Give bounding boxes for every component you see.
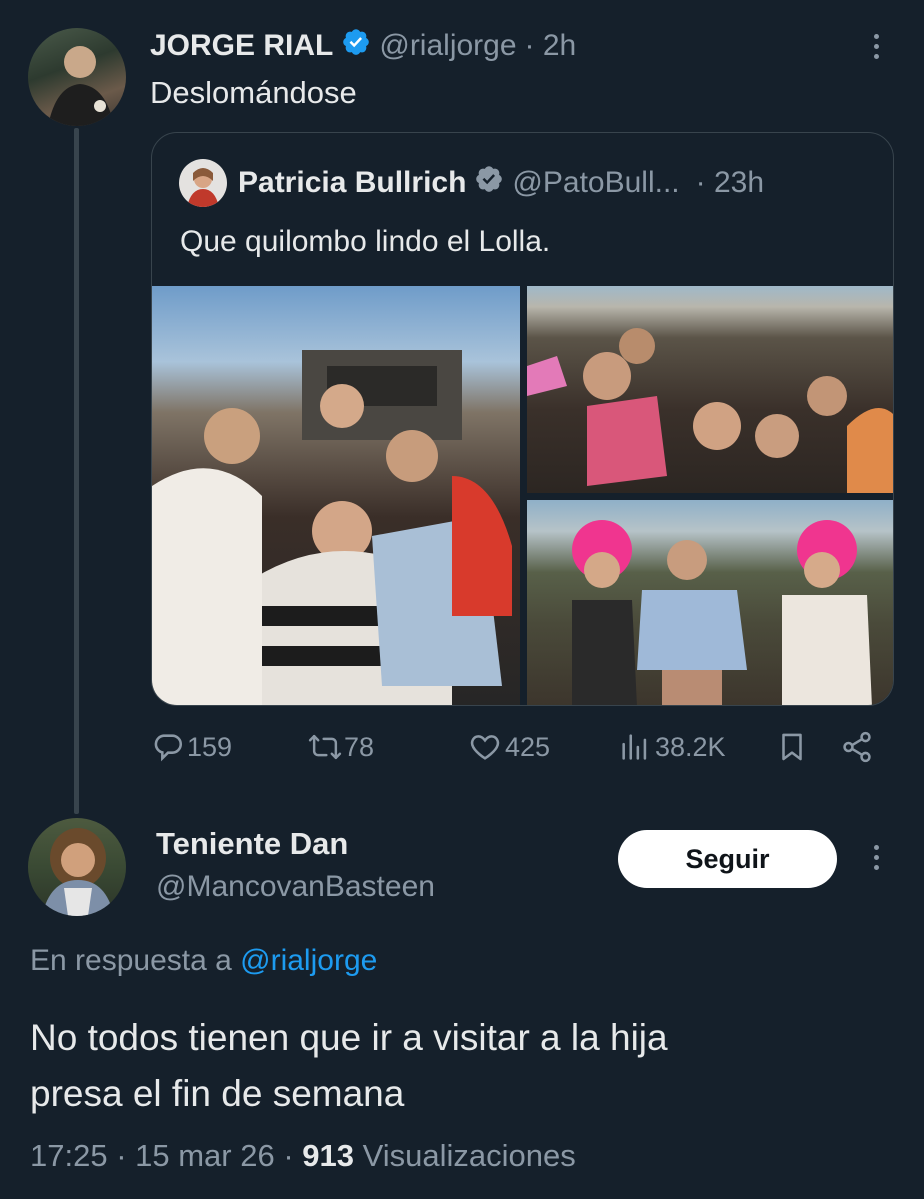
replying-to-handle-link[interactable]: @rialjorge — [240, 944, 377, 977]
reply-author-handle[interactable]: @MancovanBasteen — [156, 870, 435, 904]
like-count: 425 — [505, 731, 551, 762]
quoted-tweet-time[interactable]: · 23h — [696, 166, 764, 200]
verified-badge-icon — [474, 164, 504, 202]
quoted-author-name[interactable]: Patricia Bullrich — [238, 166, 466, 200]
bookmark-icon — [775, 730, 809, 764]
like-action[interactable]: 425 — [468, 730, 550, 764]
like-icon — [468, 730, 502, 764]
tweet-meta: 17:25 · 15 mar 26 · 913 Visualizaciones — [30, 1138, 576, 1174]
avatar-teniente-dan[interactable] — [28, 818, 126, 916]
avatar-jorge-rial[interactable] — [28, 28, 126, 126]
reply-text-line-1: No todos tienen que ir a visitar a la hi… — [30, 1017, 668, 1058]
reply-author-name[interactable]: Teniente Dan — [156, 826, 348, 862]
tweet-views-count: 913 — [302, 1138, 354, 1173]
quoted-photo-3[interactable] — [527, 500, 893, 705]
quoted-tweet-card[interactable]: Patricia Bullrich @PatoBull... · 23h Que… — [151, 132, 894, 706]
tweet-timestamp[interactable]: 17:25 · 15 mar 26 · — [30, 1138, 294, 1173]
share-action[interactable] — [840, 730, 874, 764]
more-options-icon[interactable] — [872, 34, 880, 59]
retweet-action[interactable]: 78 — [306, 730, 374, 764]
views-icon — [618, 730, 652, 764]
reply-count: 159 — [187, 731, 233, 762]
replying-to-line: En respuesta a @rialjorge — [30, 944, 377, 978]
quoted-tweet-text: Que quilombo lindo el Lolla. — [180, 225, 551, 258]
verified-badge-icon — [341, 27, 371, 65]
reply-text: No todos tienen que ir a visitar a la hi… — [30, 1010, 668, 1122]
follow-button[interactable]: Seguir — [618, 830, 837, 888]
views-action[interactable]: 38.2K — [618, 730, 726, 764]
tweet-header: JORGE RIAL @rialjorge · 2h — [150, 26, 576, 66]
author-handle[interactable]: @rialjorge — [379, 29, 516, 63]
reply-action[interactable]: 159 — [151, 730, 232, 764]
reply-text-line-2: presa el fin de semana — [30, 1073, 405, 1114]
author-name[interactable]: JORGE RIAL — [150, 29, 333, 63]
retweet-icon — [306, 730, 344, 764]
tweet-views-label: Visualizaciones — [362, 1138, 576, 1173]
reply-icon — [151, 730, 185, 764]
views-count: 38.2K — [655, 731, 726, 762]
quoted-photo-2[interactable] — [527, 286, 893, 493]
quoted-tweet-header: Patricia Bullrich @PatoBull... · 23h — [238, 163, 764, 203]
tweet-time[interactable]: · 2h — [525, 29, 577, 63]
avatar-patricia-bullrich[interactable] — [179, 159, 227, 207]
share-icon — [840, 730, 874, 764]
quoted-photo-1[interactable] — [152, 286, 520, 705]
replying-to-label: En respuesta a — [30, 944, 232, 977]
tweet-text: Deslomándose — [150, 75, 357, 110]
quoted-author-handle[interactable]: @PatoBull... — [512, 166, 679, 200]
more-options-icon[interactable] — [872, 845, 880, 870]
retweet-count: 78 — [344, 731, 375, 762]
bookmark-action[interactable] — [775, 730, 809, 764]
thread-connector-line — [74, 128, 79, 814]
